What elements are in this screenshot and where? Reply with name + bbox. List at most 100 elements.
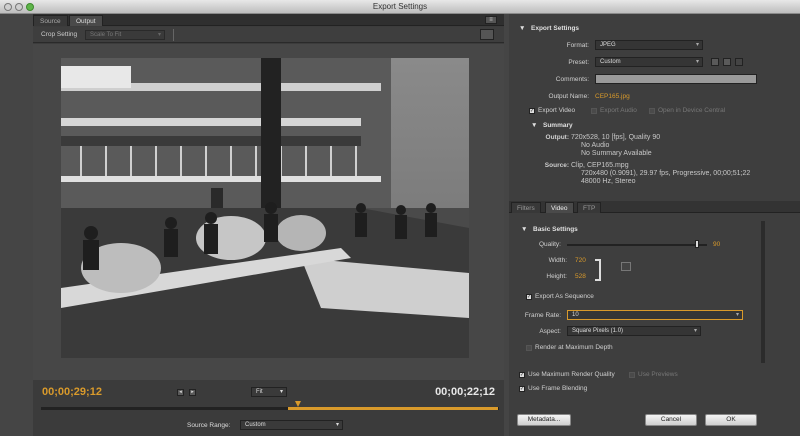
summary-source-line: Clip, CEP165.mpg — [571, 162, 629, 169]
frame-blending-label: Use Frame Blending — [528, 385, 588, 392]
crop-tool-icon[interactable] — [480, 29, 494, 40]
chevron-down-icon: ▾ — [695, 42, 699, 48]
format-label: Format: — [566, 42, 589, 49]
output-name-label: Output Name: — [548, 93, 589, 100]
summary-source-label: Source: — [544, 162, 569, 169]
chevron-down-icon: ▾ — [735, 312, 739, 318]
window-title: Export Settings — [372, 2, 428, 11]
quality-slider[interactable] — [567, 244, 707, 246]
aspect-label: Aspect: — [539, 328, 561, 335]
frame-rate-select[interactable]: 10 ▾ — [567, 310, 743, 320]
title-bar: Export Settings — [0, 0, 800, 14]
summary-output-label: Output: — [545, 134, 569, 141]
crop-setting-select[interactable]: Scale To Fit ▾ — [85, 30, 165, 40]
export-settings-toggle-icon[interactable]: ▼ — [519, 25, 525, 32]
summary-output-line: 720x528, 10 [fps], Quality 90 — [571, 134, 661, 141]
preset-value: Custom — [600, 59, 621, 65]
chevron-down-icon: ▾ — [695, 59, 699, 65]
minimize-window-button[interactable] — [15, 3, 23, 11]
summary-toggle-icon[interactable]: ▼ — [531, 122, 537, 129]
timeline-controls: 00;00;29;12 ◂ ▸ Fit ▾ 00;00;22;12 Source … — [33, 380, 504, 436]
render-max-depth-label: Render at Maximum Depth — [535, 344, 613, 351]
export-video-checkbox[interactable]: ✓ — [529, 108, 535, 114]
set-in-point-icon[interactable]: ◂ — [177, 389, 184, 396]
toolbar-divider — [173, 29, 174, 41]
tab-ftp[interactable]: FTP — [577, 202, 602, 213]
export-as-sequence-checkbox[interactable]: ✓ — [526, 294, 532, 300]
ok-button[interactable]: OK — [705, 414, 757, 426]
frame-blending-checkbox[interactable]: ✓ — [519, 386, 525, 392]
video-frame-image — [61, 58, 469, 358]
comments-field[interactable] — [595, 74, 757, 84]
quality-label: Quality: — [538, 241, 561, 248]
export-settings-window: Export Settings Source Output ≡ Crop Set… — [0, 0, 800, 436]
settings-tab-bar: Filters Video FTP — [509, 201, 800, 213]
chevron-down-icon: ▾ — [279, 389, 283, 395]
crop-setting-value: Scale To Fit — [90, 32, 122, 38]
crop-toolbar: Crop Setting Scale To Fit ▾ — [33, 27, 504, 43]
summary-output-line: No Audio — [581, 142, 610, 149]
link-bracket-icon — [595, 259, 601, 281]
frame-rate-value: 10 — [572, 312, 579, 318]
open-device-central-label: Open in Device Central — [658, 107, 726, 114]
height-value[interactable]: 528 — [575, 273, 586, 280]
export-video-label: Export Video — [538, 107, 576, 114]
crop-setting-label: Crop Setting — [41, 31, 78, 38]
format-value: JPEG — [600, 42, 616, 48]
work-area-bar[interactable] — [288, 407, 498, 410]
summary-output-line: No Summary Available — [581, 150, 652, 157]
close-window-button[interactable] — [4, 3, 12, 11]
tab-source[interactable]: Source — [33, 15, 68, 26]
basic-settings-heading: Basic Settings — [533, 226, 578, 233]
set-out-point-icon[interactable]: ▸ — [189, 389, 196, 396]
tab-output[interactable]: Output — [69, 15, 103, 26]
constrain-proportions-icon[interactable] — [621, 262, 631, 271]
use-previews-checkbox[interactable] — [629, 372, 635, 378]
summary-heading: Summary — [543, 122, 573, 129]
preset-select[interactable]: Custom ▾ — [595, 57, 703, 67]
panel-menu-icon[interactable]: ≡ — [485, 16, 497, 24]
current-timecode[interactable]: 00;00;29;12 — [42, 386, 102, 398]
preview-panel: Source Output ≡ Crop Setting Scale To Fi… — [33, 14, 504, 436]
output-name-link[interactable]: CEP165.jpg — [595, 93, 630, 100]
window-controls — [4, 3, 34, 11]
quality-value[interactable]: 90 — [713, 241, 720, 248]
use-previews-label: Use Previews — [638, 371, 678, 378]
zoom-fit-select[interactable]: Fit ▾ — [251, 387, 287, 397]
preview-area — [33, 44, 504, 380]
width-value[interactable]: 720 — [575, 257, 586, 264]
width-label: Width: — [548, 257, 567, 264]
format-select[interactable]: JPEG ▾ — [595, 40, 703, 50]
aspect-select[interactable]: Square Pixels (1.0) ▾ — [567, 326, 701, 336]
summary-source-details: Clip, CEP165.mpg 720x480 (0.9091), 29.97… — [571, 162, 750, 186]
height-label: Height: — [546, 273, 567, 280]
duration-timecode: 00;00;22;12 — [435, 386, 495, 398]
source-range-select[interactable]: Custom ▾ — [240, 420, 343, 430]
quality-slider-thumb[interactable] — [695, 240, 699, 248]
preset-label: Preset: — [568, 59, 589, 66]
comments-label: Comments: — [555, 76, 589, 83]
summary-source-line: 720x480 (0.9091), 29.97 fps, Progressive… — [581, 170, 751, 177]
max-render-quality-checkbox[interactable]: ✓ — [519, 372, 525, 378]
metadata-button[interactable]: Metadata... — [517, 414, 571, 426]
basic-settings-toggle-icon[interactable]: ▼ — [521, 226, 527, 233]
settings-scrollbar[interactable] — [761, 221, 765, 363]
settings-panel: ▼ Export Settings Format: JPEG ▾ Preset: … — [509, 14, 800, 436]
open-device-central-checkbox[interactable] — [649, 108, 655, 114]
export-settings-heading: Export Settings — [531, 25, 580, 32]
zoom-window-button[interactable] — [26, 3, 34, 11]
tab-video[interactable]: Video — [545, 202, 574, 213]
cancel-button[interactable]: Cancel — [645, 414, 697, 426]
export-as-sequence-label: Export As Sequence — [535, 293, 594, 300]
delete-preset-icon[interactable] — [735, 58, 743, 66]
zoom-fit-value: Fit — [256, 389, 263, 395]
source-range-label: Source Range: — [187, 422, 231, 429]
render-max-depth-checkbox[interactable] — [526, 345, 532, 351]
left-tab-bar: Source Output ≡ — [33, 14, 504, 26]
max-render-quality-label: Use Maximum Render Quality — [528, 371, 615, 378]
import-preset-icon[interactable] — [723, 58, 731, 66]
save-preset-icon[interactable] — [711, 58, 719, 66]
tab-filters[interactable]: Filters — [511, 202, 541, 213]
export-audio-checkbox[interactable] — [591, 108, 597, 114]
aspect-value: Square Pixels (1.0) — [572, 328, 624, 334]
